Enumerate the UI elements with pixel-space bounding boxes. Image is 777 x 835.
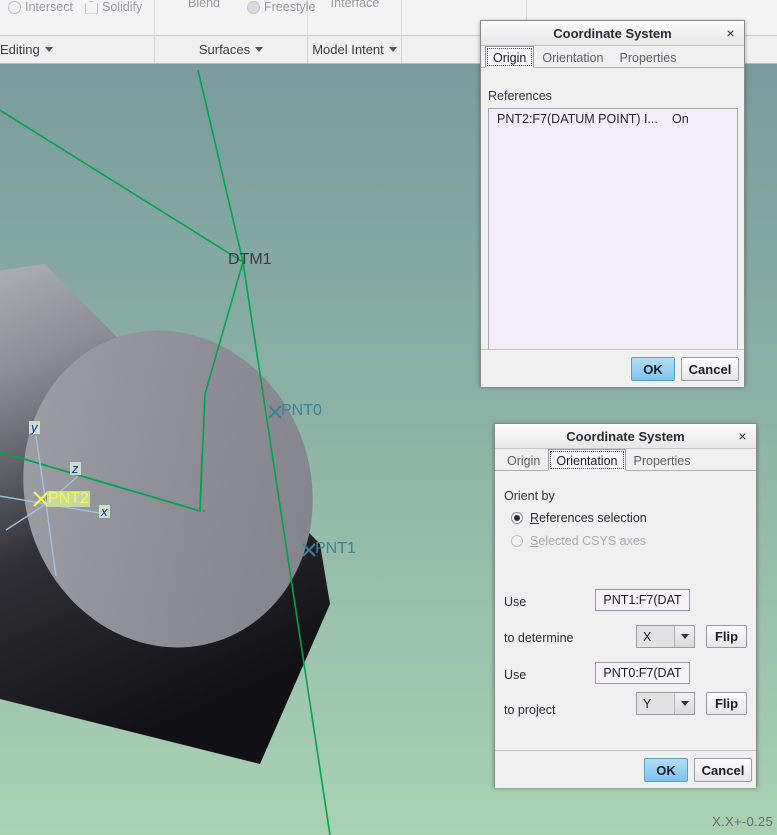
ribbon-group-tab-editing[interactable]: Editing [0, 36, 155, 63]
reference-name: PNT2:F7(DATUM POINT) I... [497, 112, 658, 126]
radio-references-selection-label: References selection [530, 511, 647, 525]
viewport-label-pnt2: PNT2 [47, 490, 90, 507]
project-axis-select[interactable]: Y [636, 692, 695, 715]
radio-references-selection-mnemonic: R [530, 511, 540, 525]
ribbon-item-boundary-blend-label-2: Blend [188, 0, 220, 10]
dialog-orientation-buttonbar: OK Cancel [495, 750, 756, 788]
intersect-icon [8, 0, 21, 14]
radio-selected-csys-axes-rest: elected CSYS axes [538, 534, 647, 548]
flip-button-1[interactable]: Flip [706, 625, 747, 648]
ribbon-item-intersect[interactable]: Intersect [8, 0, 73, 14]
ribbon-group-tab-surfaces[interactable]: Surfaces [155, 36, 308, 63]
cancel-button[interactable]: Cancel [681, 357, 739, 381]
dialog-orientation-body: Origin Orientation Properties Orient by … [495, 449, 756, 788]
tab-origin[interactable]: Origin [499, 449, 548, 471]
dialog-orientation-title: Coordinate System [566, 428, 685, 444]
ribbon-item-intersect-label: Intersect [25, 0, 73, 14]
dialog-origin-buttonbar: OK Cancel [481, 349, 744, 387]
to-determine-label: to determine [504, 631, 574, 645]
ribbon-group-surfaces: Boundary Blend Style Freestyle [155, 0, 315, 36]
viewport-label-axis-y: y [29, 420, 40, 435]
chevron-down-icon[interactable] [674, 626, 694, 647]
radio-references-selection-rest: eferences selection [539, 511, 647, 525]
chevron-down-icon [388, 47, 397, 52]
determine-axis-select[interactable]: X [636, 625, 695, 648]
determine-axis-value: X [637, 626, 674, 647]
references-label: References [488, 89, 552, 103]
ribbon-item-component-interface[interactable]: Component Interface [308, 0, 402, 12]
cancel-button[interactable]: Cancel [694, 758, 752, 782]
chevron-down-icon[interactable] [674, 693, 694, 714]
ribbon-item-component-interface-label-2: Interface [330, 0, 380, 10]
radio-selected-csys-axes[interactable]: Selected CSYS axes [511, 534, 646, 548]
close-icon[interactable]: × [734, 427, 751, 444]
application-window: Shade Thicken Intersect Solidify Boundar [0, 0, 777, 835]
solidify-icon [85, 0, 98, 14]
freestyle-icon [247, 0, 260, 14]
ribbon-group-tab-editing-label: Editing [0, 42, 40, 57]
ribbon-group-tab-model-intent-label: Model Intent [312, 42, 384, 57]
radio-button-icon [511, 512, 523, 524]
reference-state: On [672, 112, 689, 126]
dialog-orientation-tabstrip: Origin Orientation Properties [495, 449, 756, 471]
dialog-orientation-titlebar[interactable]: Coordinate System × [495, 424, 756, 449]
use-reference-field-1[interactable]: PNT1:F7(DAT [595, 589, 690, 611]
project-axis-value: Y [637, 693, 674, 714]
radio-references-selection[interactable]: References selection [511, 511, 647, 525]
tab-properties[interactable]: Properties [612, 46, 685, 68]
to-project-label: to project [504, 703, 556, 717]
viewport-label-axis-x: x [99, 504, 110, 519]
orient-by-label: Orient by [504, 489, 555, 503]
chevron-down-icon [255, 47, 264, 52]
viewport-label-dtm1: DTM1 [228, 251, 272, 268]
dialog-origin-titlebar[interactable]: Coordinate System × [481, 21, 744, 46]
tab-orientation[interactable]: Orientation [548, 449, 626, 471]
ribbon-item-boundary-blend[interactable]: Boundary Blend [161, 0, 247, 12]
viewport-label-pnt1: PNT1 [315, 540, 356, 557]
ok-button[interactable]: OK [644, 758, 688, 782]
chevron-down-icon [44, 47, 53, 52]
dialog-origin-title: Coordinate System [553, 25, 672, 41]
ok-button[interactable]: OK [631, 357, 675, 381]
dialog-origin-body: Origin Orientation Properties References… [481, 46, 744, 387]
ribbon-group-editing: Shade Thicken Intersect Solidify [0, 0, 155, 36]
tab-origin[interactable]: Origin [485, 46, 535, 68]
viewport-label-axis-z: z [70, 461, 81, 476]
dialog-origin-tabstrip: Origin Orientation Properties [481, 46, 744, 68]
radio-selected-csys-axes-label: Selected CSYS axes [530, 534, 646, 548]
ribbon-group-tab-surfaces-label: Surfaces [198, 42, 251, 57]
radio-button-icon [511, 535, 523, 547]
close-icon[interactable]: × [722, 24, 739, 41]
viewport-label-pnt0: PNT0 [281, 402, 322, 419]
use-label-2: Use [504, 668, 527, 682]
ribbon-item-solidify-label: Solidify [102, 0, 143, 14]
ribbon-group-tab-model-intent[interactable]: Model Intent [308, 36, 402, 63]
ribbon-item-solidify[interactable]: Solidify [85, 0, 142, 14]
ribbon-item-freestyle[interactable]: Freestyle [247, 0, 315, 14]
flip-button-2[interactable]: Flip [706, 692, 747, 715]
references-listbox[interactable]: PNT2:F7(DATUM POINT) I... On [488, 108, 738, 366]
tab-properties[interactable]: Properties [626, 449, 699, 471]
viewport-tolerance-note: X.X+-0.25 [712, 814, 773, 829]
use-reference-field-2[interactable]: PNT0:F7(DAT [595, 662, 690, 684]
tab-orientation[interactable]: Orientation [534, 46, 611, 68]
use-label-1: Use [504, 595, 527, 609]
coordinate-system-dialog-origin[interactable]: Coordinate System × Origin Orientation P… [480, 20, 745, 387]
table-row[interactable]: PNT2:F7(DATUM POINT) I... On [489, 109, 737, 126]
coordinate-system-dialog-orientation[interactable]: Coordinate System × Origin Orientation P… [494, 423, 757, 788]
ribbon-group-model-intent: Component Interface [308, 0, 402, 36]
